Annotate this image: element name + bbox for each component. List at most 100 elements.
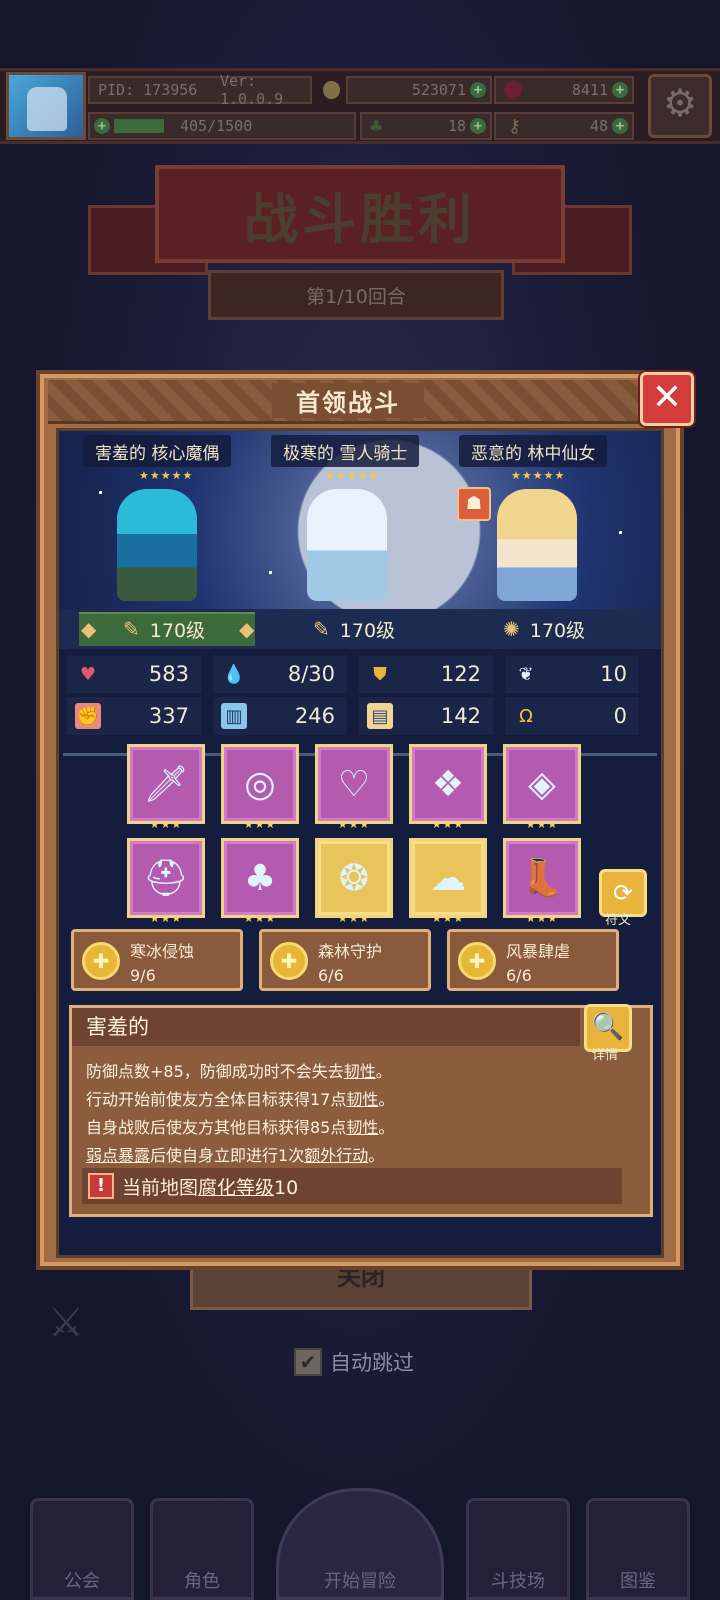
nav-start-adventure[interactable]: 开始冒险: [276, 1488, 444, 1600]
equip-horned-helmet[interactable]: ⛑ ★★★: [127, 838, 205, 925]
gold-value: 523071: [411, 81, 466, 99]
add-key-icon[interactable]: +: [612, 118, 628, 134]
heart-icon: ♥: [79, 663, 97, 685]
set-bonus-forest-guard[interactable]: ✚ 森林守护 6/6: [259, 929, 431, 991]
keyword-link[interactable]: 韧性: [346, 1118, 378, 1137]
keyword-link[interactable]: 额外行动: [304, 1146, 368, 1165]
gem-row: 8411 +: [494, 76, 634, 104]
trait-text: 防御点数+85，防御成功时不会失去: [86, 1062, 344, 1081]
auto-skip-checkbox[interactable]: ✔: [294, 1348, 322, 1376]
keyword-link[interactable]: 腐化等级: [198, 1177, 274, 1199]
key-value: 48: [589, 117, 608, 135]
equip-stars: ★★★: [525, 912, 559, 925]
stats-grid: ♥ 583 💧 8/30 ⛊ 122 ❦ 10 ✊ 337 ▥ 246 ▤ 14…: [67, 655, 655, 745]
equip-ice-ring[interactable]: ◈ ★★★: [503, 744, 581, 831]
hero-level-3[interactable]: ✺ 170级: [503, 609, 585, 649]
equip-cloud-belt[interactable]: ☁ ★★★: [409, 838, 487, 925]
equip-stars: ★★★: [337, 912, 371, 925]
sky-star: [99, 491, 102, 494]
hero-scene: 害羞的 核心魔偶 ★★★★★ 极寒的 雪人骑士 ★★★★★ ☗ 恶意的 林中仙女…: [59, 431, 661, 609]
keyword-link[interactable]: 韧性: [346, 1090, 378, 1109]
stat-magic: ▥ 246: [213, 697, 347, 735]
gem-value: 8411: [571, 81, 608, 99]
hero-level-bar: ◆ ✎ 170级 ◆ ✎ 170级 ✺ 170级: [59, 609, 661, 649]
add-gold-icon[interactable]: +: [470, 82, 486, 98]
equip-necklace[interactable]: ♡ ★★★: [315, 744, 393, 831]
equip-ice-bracer[interactable]: ◎ ★★★: [221, 744, 299, 831]
next-arrow-icon[interactable]: ◆: [239, 617, 254, 641]
hero-sprite-forest-fairy[interactable]: [497, 489, 577, 601]
level-text-1: 170级: [149, 619, 206, 642]
set-coin-icon: ✚: [270, 942, 308, 980]
gold-row: 523071 +: [346, 76, 492, 104]
keyword-link[interactable]: 韧性: [344, 1062, 376, 1081]
nav-arena[interactable]: 斗技场: [466, 1498, 570, 1600]
hero-name-1: 害羞的 核心魔偶: [83, 435, 232, 467]
trait-text: 。: [378, 1090, 395, 1109]
add-gem-icon[interactable]: +: [612, 82, 628, 98]
equip-forest-armor[interactable]: ♣ ★★★: [221, 838, 299, 925]
warning-value: 10: [274, 1176, 299, 1199]
set-name-1: 寒冰侵蚀: [130, 942, 195, 961]
stat-defense-value: 122: [440, 662, 481, 686]
stat-luck-value: 0: [613, 704, 627, 728]
amulet-icon: ❖: [431, 763, 465, 805]
equip-stars: ★★★: [337, 818, 371, 831]
gem-icon: [504, 81, 522, 99]
boots-icon: 👢: [519, 858, 565, 899]
auto-skip-toggle[interactable]: ✔ 自动跳过: [294, 1346, 414, 1378]
energy-bar: [114, 119, 164, 133]
equip-stars: ★★★: [431, 818, 465, 831]
round-indicator: 第1/10回合: [208, 270, 504, 320]
player-avatar[interactable]: [6, 72, 86, 140]
hero-sprite-core-golem[interactable]: [117, 489, 197, 601]
set-name-2: 森林守护: [318, 942, 383, 961]
trait-line-3: 自身战败后使友方其他目标获得85点韧性。: [86, 1114, 394, 1138]
nav-character[interactable]: 角色: [150, 1498, 254, 1600]
trait-line-2: 行动开始前使友方全体目标获得17点韧性。: [86, 1086, 394, 1110]
sky-star: [269, 571, 272, 574]
stat-hp: ♥ 583: [67, 655, 201, 693]
trait-line-1: 防御点数+85，防御成功时不会失去韧性。: [86, 1058, 392, 1082]
settings-gear-icon[interactable]: [648, 74, 712, 138]
rune-label: 符文: [605, 913, 632, 928]
spellbook-icon: ▥: [221, 703, 247, 729]
clover-value: 18: [447, 117, 466, 135]
nav-codex[interactable]: 图鉴: [586, 1498, 690, 1600]
stat-armor-value: 142: [440, 704, 481, 728]
corruption-warning: ! 当前地图腐化等级10: [82, 1168, 622, 1204]
hero-name-2: 极寒的 雪人骑士: [271, 435, 420, 467]
detail-label: 详情: [592, 1048, 619, 1063]
equip-ice-amulet[interactable]: ❖ ★★★: [409, 744, 487, 831]
stat-luck: Ω 0: [505, 697, 639, 735]
set-bonus-ice-erosion[interactable]: ✚ 寒冰侵蚀 9/6: [71, 929, 243, 991]
sword-icon: ✎: [123, 617, 140, 641]
add-clover-icon[interactable]: +: [470, 118, 486, 134]
trait-text: 行动开始前使友方全体目标获得17点: [86, 1090, 347, 1109]
warning-icon: !: [88, 1173, 114, 1199]
hero-sprite-snow-knight[interactable]: [307, 489, 387, 601]
set-name-3: 风暴肆虐: [506, 942, 571, 961]
stat-defense: ⛊ 122: [359, 655, 493, 693]
helmet-icon: ⛑: [143, 858, 189, 899]
stat-magic-value: 246: [294, 704, 335, 728]
energy-plus-icon[interactable]: +: [94, 118, 110, 134]
close-x-icon[interactable]: ✕: [640, 372, 694, 426]
hero-level-1[interactable]: ✎ 170级: [123, 609, 205, 649]
hero-level-2[interactable]: ✎ 170级: [313, 609, 395, 649]
equip-wind-cloak[interactable]: ❂ ★★★: [315, 838, 393, 925]
sword-icon: 🗡: [143, 764, 189, 805]
crossed-swords-icon: ⚔: [48, 1300, 84, 1346]
prev-arrow-icon[interactable]: ◆: [81, 617, 96, 641]
nav-guild[interactable]: 公会: [30, 1498, 134, 1600]
equip-forest-boots[interactable]: 👢 ★★★: [503, 838, 581, 925]
set-bonus-storm-rage[interactable]: ✚ 风暴肆虐 6/6: [447, 929, 619, 991]
clover-row: ♣ 18 +: [360, 112, 492, 140]
set-count-3: 6/6: [506, 966, 532, 985]
warning-text: 当前地图腐化等级10: [122, 1173, 298, 1200]
version-row: Ver: 1.0.0.9: [220, 72, 344, 108]
trait-text: 。: [378, 1118, 395, 1137]
auto-skip-label: 自动跳过: [330, 1351, 414, 1375]
keyword-link[interactable]: 弱点暴露: [86, 1146, 150, 1165]
equip-ice-sword[interactable]: 🗡 ★★★: [127, 744, 205, 831]
